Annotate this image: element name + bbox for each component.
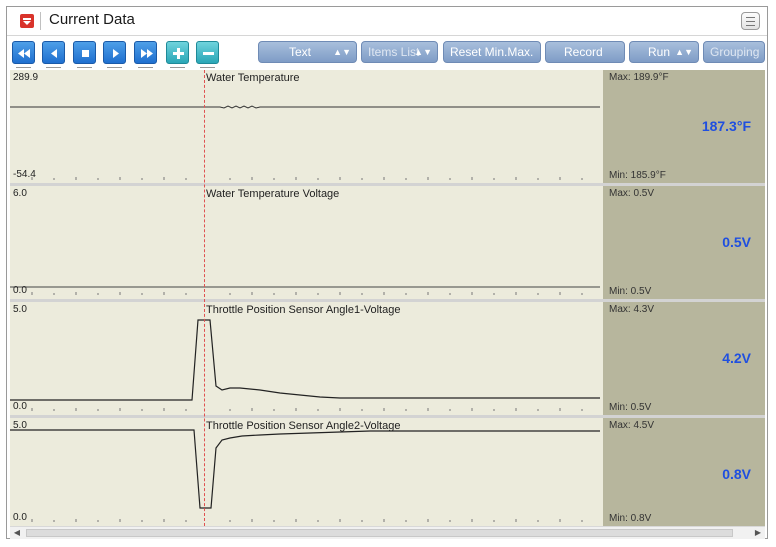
reset-min-max-label: Reset Min.Max. [450,45,534,59]
items-list-button[interactable]: Items List ▲▼ [361,41,438,63]
value-panel: Max: 4.3V 4.2V Min: 0.5V [603,302,765,415]
pane-title: Water Temperature [206,72,300,84]
grouping-button[interactable]: Grouping [703,41,765,63]
y-axis-min: 0.0 [13,512,27,523]
pane-title: Throttle Position Sensor Angle2-Voltage [206,420,401,432]
water-temperature-voltage-trace [10,286,600,295]
scrollbar-thumb[interactable] [26,529,733,537]
y-axis-max: 5.0 [13,420,27,431]
minus-icon[interactable] [196,41,219,68]
max-value: Max: 4.3V [609,304,655,315]
y-axis-max: 5.0 [13,304,27,315]
y-axis-min: 0.0 [13,401,27,412]
throttle-angle1-trace [10,319,600,411]
current-value: 0.8V [722,466,751,482]
current-value: 4.2V [722,350,751,366]
record-button[interactable]: Record [545,41,625,63]
pane-title: Water Temperature Voltage [206,188,340,200]
value-panel: Max: 4.5V 0.8V Min: 0.8V [603,418,765,526]
pane-water-temperature: 289.9 -54.4 Water Temperature Max: 189.9… [10,70,765,183]
pane-throttle-angle1-voltage: 5.0 0.0 Throttle Position Sensor Angle1-… [10,302,765,415]
min-value: Min: 0.5V [609,286,652,297]
run-button[interactable]: Run ▲▼ [629,41,699,63]
pane-title: Throttle Position Sensor Angle1-Voltage [206,304,401,316]
items-list-label: Items List [368,45,420,59]
data-panes: 289.9 -54.4 Water Temperature Max: 189.9… [10,70,765,526]
fast-forward-icon[interactable] [134,41,157,68]
current-value: 0.5V [722,234,751,250]
value-panel: Max: 0.5V 0.5V Min: 0.5V [603,186,765,299]
min-value: Min: 0.5V [609,402,652,413]
spinner-icon: ▲▼ [414,47,432,57]
current-data-window: Current Data Text ▲▼ Items List ▲▼ Reset… [6,6,768,539]
title-bar: Current Data [7,7,767,36]
record-label: Record [564,45,603,59]
plus-icon[interactable] [166,41,189,68]
stop-icon[interactable] [73,41,96,68]
horizontal-scrollbar[interactable]: ◀ ▶ [10,526,765,539]
y-axis-min: -54.4 [13,169,36,180]
run-label: Run [648,45,671,59]
window-title: Current Data [49,11,135,28]
text-button-label: Text [289,45,312,59]
scroll-right-icon[interactable]: ▶ [751,527,765,539]
pane-water-temperature-voltage: 6.0 0.0 Water Temperature Voltage Max: 0… [10,186,765,299]
text-button[interactable]: Text ▲▼ [258,41,357,63]
plot-area[interactable]: 289.9 -54.4 Water Temperature [10,70,603,183]
grouping-label: Grouping [710,45,760,59]
reset-min-max-button[interactable]: Reset Min.Max. [443,41,541,63]
plot-area[interactable]: 5.0 0.0 Throttle Position Sensor Angle2-… [10,418,603,526]
play-icon[interactable] [103,41,126,68]
value-panel: Max: 189.9°F 187.3°F Min: 185.9°F [603,70,765,183]
y-axis-max: 6.0 [13,188,27,199]
y-axis-max: 289.9 [13,72,39,83]
throttle-angle2-trace [10,429,600,522]
max-value: Max: 0.5V [609,188,655,199]
down-arrow-icon[interactable] [20,14,34,28]
step-back-icon[interactable] [42,41,65,68]
toolbar: Text ▲▼ Items List ▲▼ Reset Min.Max. Rec… [7,36,767,70]
menu-list-icon[interactable] [741,12,760,30]
pane-throttle-angle2-voltage: 5.0 0.0 Throttle Position Sensor Angle2-… [10,418,765,526]
scroll-left-icon[interactable]: ◀ [10,527,24,539]
plot-area[interactable]: 5.0 0.0 Throttle Position Sensor Angle1-… [10,302,603,415]
time-cursor-line[interactable] [204,70,205,526]
max-value: Max: 4.5V [609,420,655,431]
spinner-icon: ▲▼ [675,47,693,57]
title-separator [40,12,41,30]
y-axis-min: 0.0 [13,285,27,296]
max-value: Max: 189.9°F [609,72,669,83]
water-temperature-trace [10,105,600,180]
plot-area[interactable]: 6.0 0.0 Water Temperature Voltage [10,186,603,299]
min-value: Min: 0.8V [609,513,652,524]
min-value: Min: 185.9°F [609,170,666,181]
spinner-icon: ▲▼ [333,47,351,57]
current-value: 187.3°F [701,118,751,134]
rewind-icon[interactable] [12,41,35,68]
